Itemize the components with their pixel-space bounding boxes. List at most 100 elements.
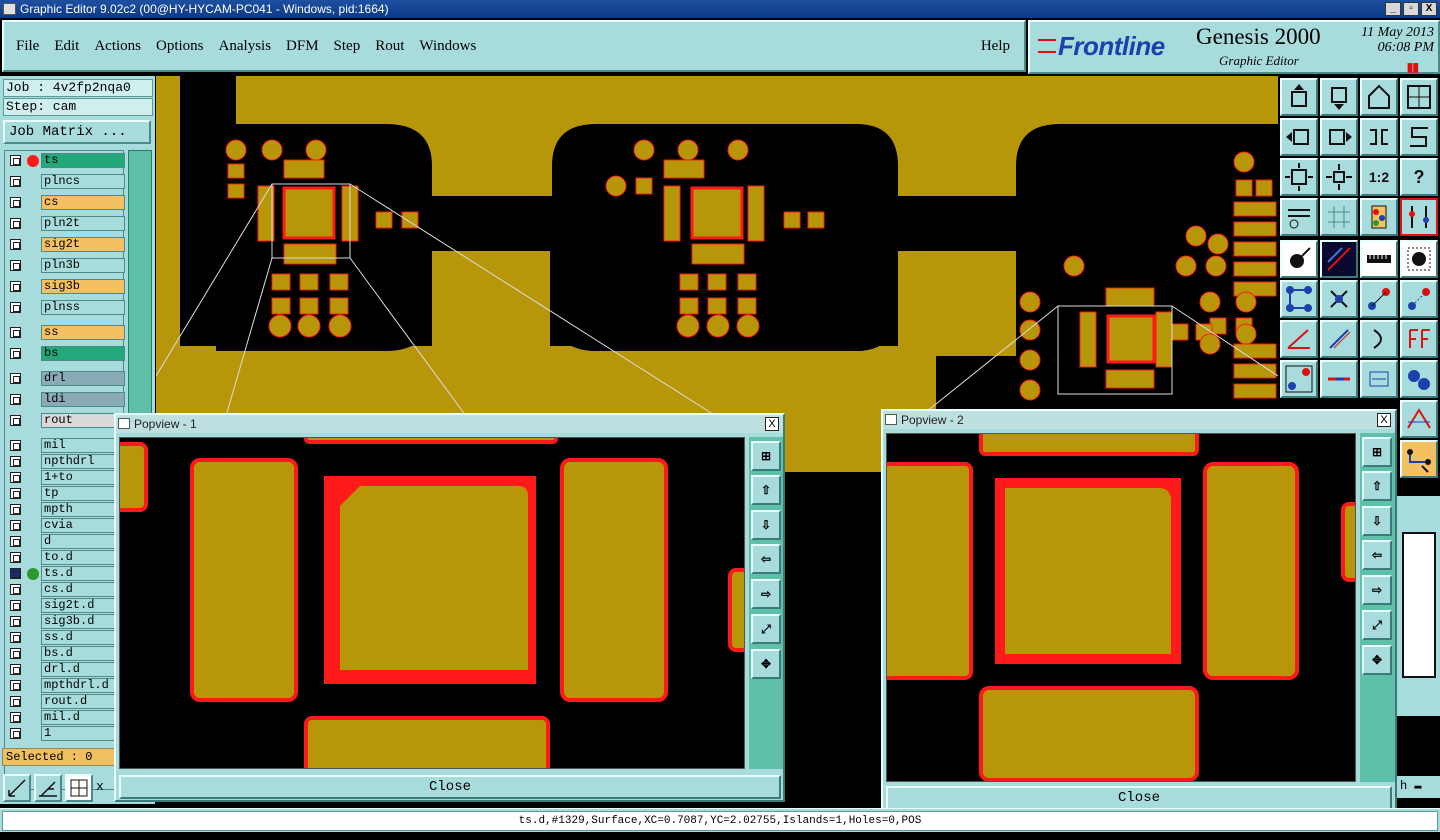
group-button[interactable] [1400,360,1438,398]
popview-2-pan-down-button[interactable]: ⇩ [1362,506,1392,536]
popview-1-zoom-in-button[interactable]: ⊞ [751,441,781,471]
filter-button[interactable] [1400,320,1438,358]
layer-name[interactable]: cs.d [41,582,125,597]
measure-button[interactable] [34,774,62,802]
move-feature-button[interactable] [1360,280,1398,318]
layer-checkbox[interactable] [10,632,21,643]
menu-rout[interactable]: Rout [375,38,404,55]
popview-2-zoom-fit-button[interactable]: ⤢ [1362,610,1392,640]
delete-feature-button[interactable] [1320,280,1358,318]
layer-checkbox[interactable] [10,281,21,292]
layer-checkbox[interactable] [10,456,21,467]
layer-name[interactable]: plnss [41,300,125,315]
layer-row-ts-d[interactable]: ts.d [7,566,125,581]
layer-checkbox[interactable] [10,584,21,595]
layer-row-plnss[interactable]: plnss [7,300,125,315]
layer-name[interactable]: pln2t [41,216,125,231]
layer-row-1[interactable]: 1 [7,726,125,741]
layer-row-d[interactable]: d [7,534,125,549]
close-window-button[interactable]: X [1421,2,1437,16]
layer-row-rout-d[interactable]: rout.d [7,694,125,709]
route-button[interactable] [1400,440,1438,478]
grid-view-button[interactable] [1320,198,1358,236]
layer-name[interactable]: cs [41,195,125,210]
snap-button[interactable] [1400,118,1438,156]
menu-help[interactable]: Help [981,38,1010,55]
layer-checkbox[interactable] [10,504,21,515]
popview-2-pan-left-button[interactable]: ⇦ [1362,540,1392,570]
layer-name[interactable]: plncs [41,174,125,189]
layer-row-drl-d[interactable]: drl.d [7,662,125,677]
layer-checkbox[interactable] [10,568,21,579]
popview-1-close-button[interactable]: Close [119,775,781,799]
select-feature-button[interactable] [1280,240,1318,278]
layer-name[interactable]: 1 [41,726,125,741]
layer-name[interactable]: bs [41,346,125,361]
layer-row-tp[interactable]: tp [7,486,125,501]
line-draw-button[interactable] [1320,240,1358,278]
layer-row-pln2t[interactable]: pln2t [7,216,125,231]
layer-name[interactable]: pln3b [41,258,125,273]
minimize-button[interactable]: _ [1385,2,1401,16]
popview-2-pan-right-button[interactable]: ⇨ [1362,575,1392,605]
layer-checkbox[interactable] [10,218,21,229]
popview-1-canvas[interactable] [119,437,745,769]
popview-1-pan-down-button[interactable]: ⇩ [751,510,781,540]
redraw-button[interactable] [1360,118,1398,156]
layer-row-plncs[interactable]: plncs [7,174,125,189]
layer-name[interactable]: ts [41,153,125,168]
layer-checkbox[interactable] [10,348,21,359]
layer-name[interactable]: tp [41,486,125,501]
menu-analysis[interactable]: Analysis [219,38,272,55]
move-right-button[interactable] [1320,118,1358,156]
angle-button[interactable] [1280,320,1318,358]
layer-row-mpthdrl-d[interactable]: mpthdrl.d [7,678,125,693]
layer-colors-button[interactable] [1360,198,1398,236]
layer-name[interactable]: mil [41,438,125,453]
options-dropdown[interactable]: h ▬ [1396,776,1440,798]
popview-1-close-icon[interactable]: X [765,417,779,431]
menu-options[interactable]: Options [156,38,204,55]
move-left-button[interactable] [1280,118,1318,156]
move-up-button[interactable] [1280,78,1318,116]
layer-name[interactable]: sig3b [41,279,125,294]
layer-checkbox[interactable] [10,712,21,723]
popview-1-pan-up-button[interactable]: ⇧ [751,475,781,505]
menu-windows[interactable]: Windows [419,38,476,55]
layer-name[interactable]: ss.d [41,630,125,645]
layer-row-rout[interactable]: rout [7,413,125,428]
layer-row-1-to[interactable]: 1+to [7,470,125,485]
layer-name[interactable]: drl [41,371,125,386]
line-select-button[interactable] [1320,360,1358,398]
menu-actions[interactable]: Actions [94,38,141,55]
popview-2-center-button[interactable]: ✥ [1362,645,1392,675]
layer-checkbox[interactable] [10,680,21,691]
menu-edit[interactable]: Edit [54,38,79,55]
resize-button[interactable] [1360,360,1398,398]
layer-row-cs-d[interactable]: cs.d [7,582,125,597]
display-control-button[interactable] [1400,198,1438,236]
contour-button[interactable] [1400,400,1438,438]
layer-name[interactable]: drl.d [41,662,125,677]
layer-row-pln3b[interactable]: pln3b [7,258,125,273]
layer-checkbox[interactable] [10,327,21,338]
layer-name[interactable]: 1+to [41,470,125,485]
layer-name[interactable]: ss [41,325,125,340]
layer-row-sig2t-d[interactable]: sig2t.d [7,598,125,613]
layer-name[interactable]: ldi [41,392,125,407]
pause-icon[interactable]: ▮▮ [1407,60,1419,74]
move-down-button[interactable] [1320,78,1358,116]
menu-dfm[interactable]: DFM [286,38,319,55]
layer-checkbox[interactable] [10,155,21,166]
layer-row-mil-d[interactable]: mil.d [7,710,125,725]
zoom-center-button[interactable] [1320,158,1358,196]
layer-row-drl[interactable]: drl [7,371,125,386]
layer-row-ldi[interactable]: ldi [7,392,125,407]
layer-name[interactable]: rout.d [41,694,125,709]
layer-checkbox[interactable] [10,373,21,384]
layer-name[interactable]: ts.d [41,566,125,581]
layer-name[interactable]: mpthdrl.d [41,678,125,693]
layer-name[interactable]: sig2t.d [41,598,125,613]
menu-file[interactable]: File [16,38,39,55]
zoom-box-button[interactable] [3,774,31,802]
